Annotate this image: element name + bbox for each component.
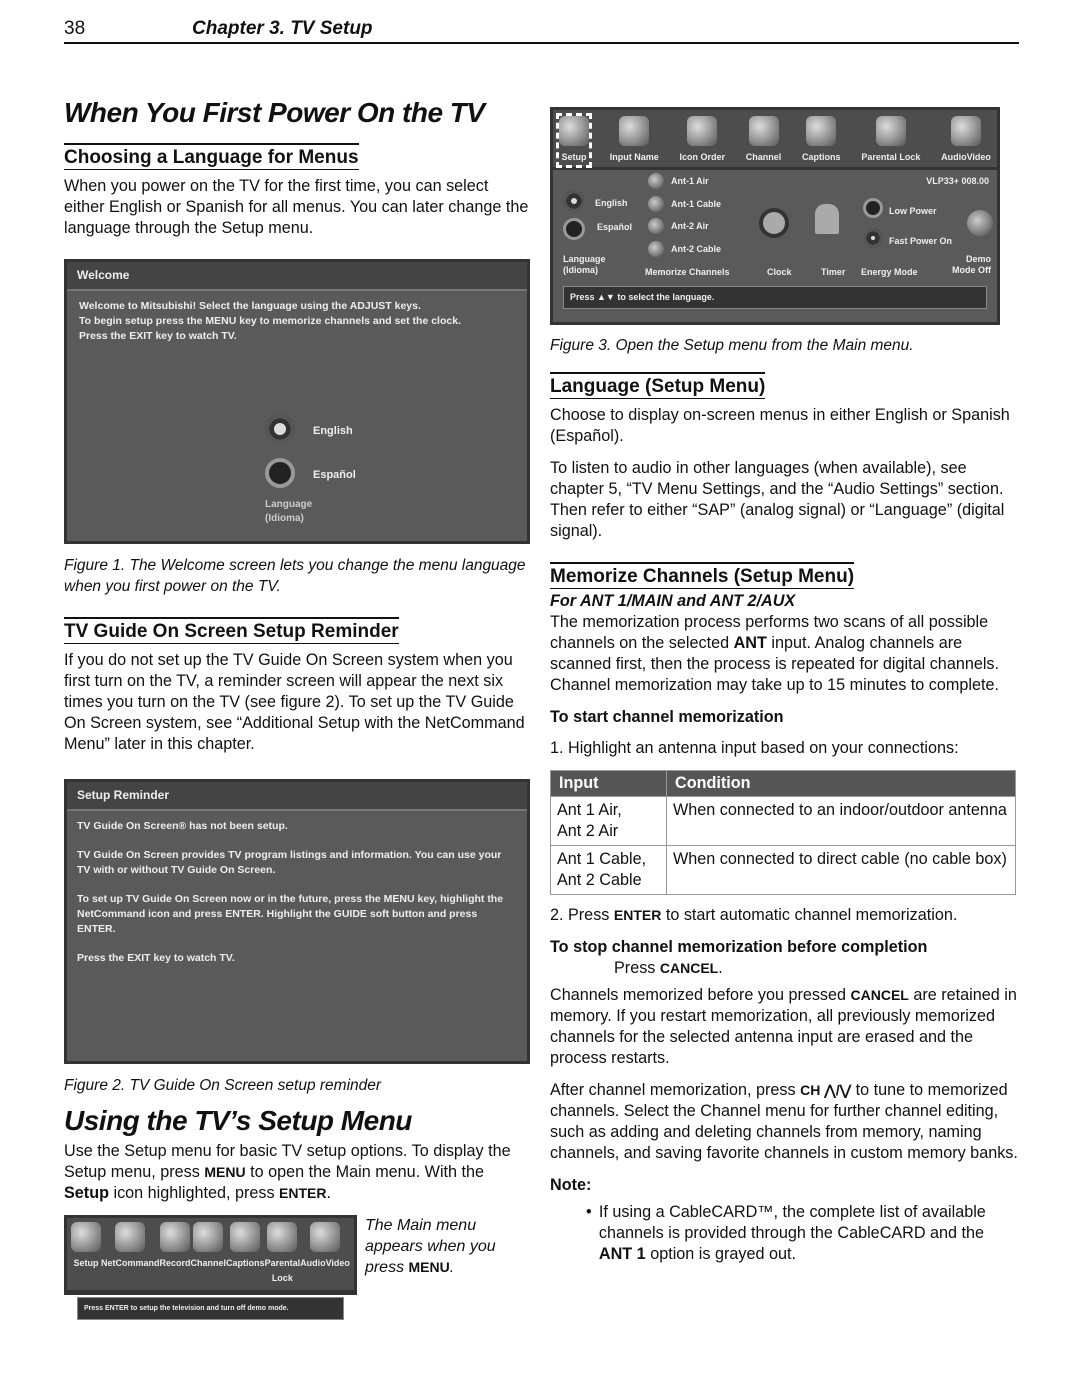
menu-icon-setup: Setup [71, 1222, 101, 1286]
menu-icon-captions: Captions [802, 116, 841, 165]
clock-icon [759, 208, 789, 238]
screen-title: Setup Reminder [67, 782, 527, 811]
screen-line: TV Guide On Screen® has not been setup. [77, 820, 288, 832]
welcome-screen-figure: Welcome Welcome to Mitsubishi! Select th… [64, 259, 530, 544]
radio-fast-power-icon [863, 228, 883, 248]
ant-button-icon [648, 241, 664, 257]
main-menu-figure: Setup NetCommand Record Channel Captions… [64, 1215, 357, 1320]
timer-icon [815, 204, 839, 234]
procedure-heading: To start channel memorization [550, 708, 784, 726]
menu-message: Press ENTER to setup the television and … [77, 1297, 344, 1320]
ant-option: Ant-1 Cable [671, 199, 722, 209]
option-fast-power: Fast Power On [889, 236, 953, 246]
paragraph: If you do not set up the TV Guide On Scr… [64, 651, 525, 753]
language-label: Language [265, 499, 313, 510]
table-row: Ant 1 Cable, Ant 2 Cable When connected t… [550, 845, 1016, 895]
antenna-input-table: Input Condition Ant 1 Air, Ant 2 Air When … [550, 770, 1016, 895]
figure-caption: The Main menu appears when you press MEN… [364, 1217, 496, 1276]
option-espanol: Español [313, 469, 356, 481]
paragraph: Channels memorized before you pressed CA… [550, 986, 1017, 1067]
chapter-title: Chapter 3. TV Setup [192, 18, 373, 39]
menu-icon-parental-lock: Parental Lock [861, 116, 920, 165]
section-title: Using the TV’s Setup Menu [64, 1105, 412, 1136]
figure-caption: Figure 3. Open the Setup menu from the M… [550, 337, 914, 354]
memorize-label: Memorize Channels [645, 267, 730, 277]
figure-caption: Figure 1. The Welcome screen lets you ch… [64, 557, 526, 595]
page-header: 38 Chapter 3. TV Setup [64, 18, 1019, 44]
ant-button-icon [648, 196, 664, 212]
energy-mode-label: Energy Mode [861, 267, 918, 277]
ant-button-icon [648, 218, 664, 234]
menu-icon-record: Record [160, 1222, 191, 1286]
menu-icon-audiovideo: AudioVideo [941, 116, 991, 165]
screen-line: TV Guide On Screen provides TV program l… [77, 849, 502, 876]
note-label: Note: [550, 1176, 592, 1194]
menu-icon-input-name: Input Name [610, 116, 659, 165]
option-english: English [595, 198, 628, 208]
subsection-heading: Choosing a Language for Menus [64, 143, 359, 170]
menu-icon-channel: Channel [191, 1222, 226, 1286]
paragraph: Choose to display on-screen menus in eit… [550, 406, 1010, 445]
screen-line: Press the EXIT key to watch TV. [77, 952, 235, 964]
radio-low-power-icon [863, 198, 883, 218]
figure-caption: Figure 2. TV Guide On Screen setup remin… [64, 1077, 382, 1094]
left-column: When You First Power On the TV Choosing … [64, 97, 530, 1320]
version-label: VLP33+ 008.00 [926, 176, 989, 186]
subsection-heading: Memorize Channels (Setup Menu) [550, 562, 855, 589]
step-2: 2. Press ENTER to start automatic channe… [550, 906, 958, 924]
ant-option: Ant-1 Air [671, 176, 709, 186]
radio-english-icon [265, 414, 295, 444]
menu-icon-icon-order: Icon Order [680, 116, 725, 165]
menu-message: Press ▲▼ to select the language. [563, 286, 987, 309]
option-english: English [313, 425, 353, 437]
sub-heading: For ANT 1/MAIN and ANT 2/AUX [550, 592, 796, 610]
menu-icon-parental-lock: Parental Lock [265, 1222, 300, 1286]
setup-menu-figure: Setup Input Name Icon Order Channel Capt… [550, 107, 1000, 325]
radio-espanol-icon [265, 458, 295, 488]
paragraph: Use the Setup menu for basic TV setup op… [64, 1142, 511, 1202]
ant-option: Ant-2 Air [671, 221, 709, 231]
radio-english-icon [563, 190, 585, 212]
screen-message: Welcome to Mitsubishi! Select the langua… [79, 300, 461, 342]
option-espanol: Español [597, 222, 633, 232]
ant-button-icon [648, 173, 664, 189]
screen-line: To set up TV Guide On Screen now or in t… [77, 893, 504, 935]
option-low-power: Low Power [889, 206, 937, 216]
subsection-heading: TV Guide On Screen Setup Reminder [64, 617, 399, 644]
procedure-heading: To stop channel memorization before comp… [550, 938, 928, 956]
clock-label: Clock [767, 267, 792, 277]
screen-title: Welcome [67, 262, 527, 291]
demo-button-icon [967, 210, 993, 236]
language-label: Language (Idioma) [563, 254, 606, 275]
subsection-heading: Language (Setup Menu) [550, 372, 766, 399]
paragraph: Press CANCEL. [614, 959, 723, 977]
paragraph: To listen to audio in other languages (w… [550, 459, 1005, 540]
right-column: Setup Input Name Icon Order Channel Capt… [550, 107, 1020, 1265]
ant-option: Ant-2 Cable [671, 244, 722, 254]
demo-mode-label: Demo Mode Off [952, 254, 991, 275]
menu-icon-setup: Setup [556, 113, 592, 168]
step-1: 1. Highlight an antenna input based on y… [550, 739, 959, 757]
menu-icon-netcommand: NetCommand [101, 1222, 160, 1286]
page-number: 38 [64, 18, 86, 39]
note-bullet: • If using a CableCARD™, the complete li… [586, 1203, 986, 1263]
table-row: Ant 1 Air, Ant 2 Air When connected to an… [550, 796, 1016, 846]
paragraph: The memorization process performs two sc… [550, 613, 1000, 694]
section-title: When You First Power On the TV [64, 97, 485, 128]
timer-label: Timer [821, 267, 846, 277]
menu-icon-channel: Channel [746, 116, 781, 165]
radio-espanol-icon [563, 218, 585, 240]
idioma-label: (Idioma) [265, 513, 304, 524]
menu-icon-audiovideo: AudioVideo [300, 1222, 350, 1286]
setup-reminder-figure: Setup Reminder TV Guide On Screen® has n… [64, 779, 530, 1064]
paragraph: After channel memorization, press CH ⋀/⋁… [550, 1081, 1018, 1162]
paragraph: When you power on the TV for the first t… [64, 177, 529, 237]
menu-icon-captions: Captions [226, 1222, 265, 1286]
